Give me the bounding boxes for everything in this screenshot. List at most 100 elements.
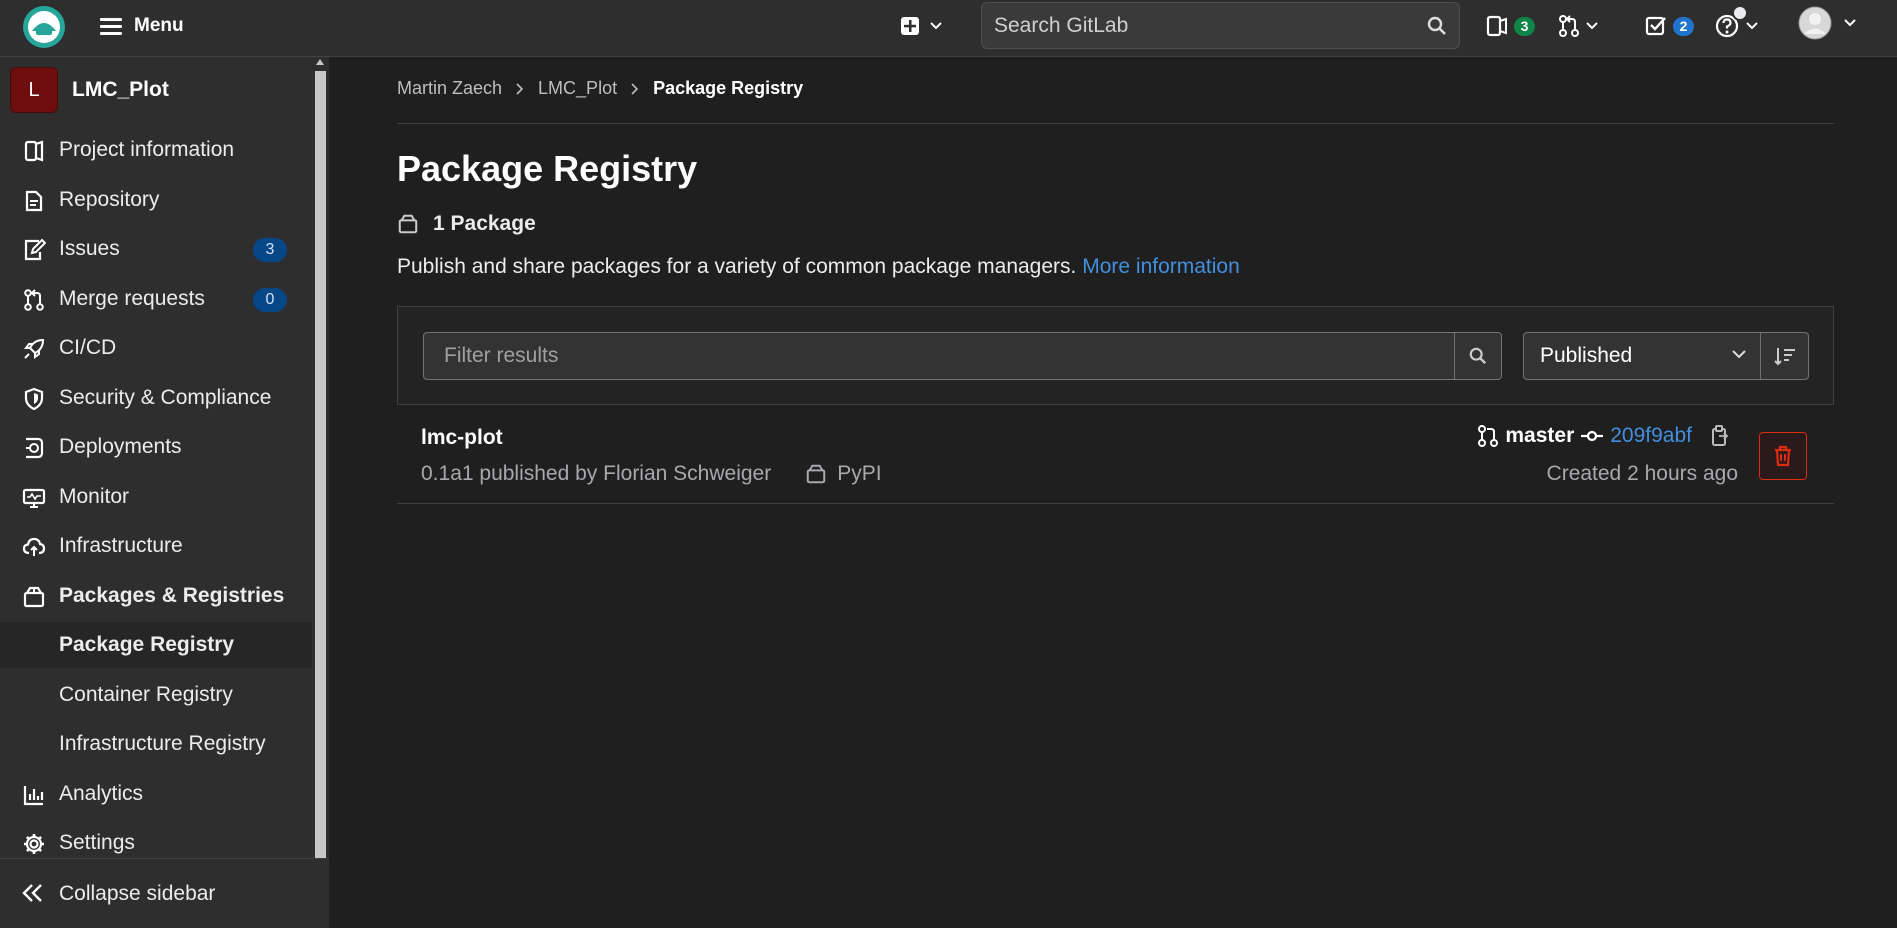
package-branch[interactable]: master (1505, 424, 1574, 448)
sidebar-item-label: Issues (59, 237, 120, 260)
scroll-up-arrow-icon[interactable] (316, 59, 324, 65)
issues-count-badge: 3 (253, 238, 287, 262)
breadcrumb-item[interactable]: Martin Zaech (397, 78, 502, 99)
collapse-sidebar-button[interactable]: Collapse sidebar (0, 858, 329, 928)
sort-by-value: Published (1540, 344, 1633, 367)
sort-direction-button[interactable] (1761, 332, 1809, 380)
collapse-sidebar-label: Collapse sidebar (59, 881, 216, 905)
sidebar-item-deployments[interactable]: Deployments (0, 424, 312, 470)
sidebar-item-label: Analytics (59, 782, 144, 805)
sidebar-item-label: Settings (59, 831, 135, 854)
package-icon (397, 213, 419, 235)
merge-request-icon (1558, 14, 1580, 38)
sidebar-item-packages-registries[interactable]: Packages & Registries (0, 573, 312, 619)
sidebar-item-ci-cd[interactable]: CI/CD (0, 325, 312, 371)
project-name: LMC_Plot (72, 78, 169, 101)
sidebar-item-project-information[interactable]: Project information (0, 127, 312, 173)
sidebar-item-repository[interactable]: Repository (0, 177, 312, 223)
document-icon (22, 189, 46, 213)
package-row[interactable]: lmc-plot 0.1a1 published by Florian Schw… (397, 406, 1834, 504)
new-dropdown-button[interactable] (900, 12, 942, 40)
gear-icon (22, 832, 46, 856)
sidebar-item-analytics[interactable]: Analytics (0, 771, 312, 817)
package-icon (805, 463, 827, 485)
help-icon (1714, 5, 1748, 39)
filter-bar: Filter results Published (397, 306, 1834, 405)
user-menu[interactable] (1798, 6, 1856, 40)
package-created-time: Created 2 hours ago (1546, 462, 1738, 485)
sidebar-item-label: Repository (59, 188, 160, 211)
delete-package-button[interactable] (1759, 432, 1807, 480)
package-count: 1 Package (397, 212, 536, 236)
sidebar-item-infrastructure[interactable]: Infrastructure (0, 523, 312, 569)
merge-request-icon (1477, 424, 1499, 448)
project-avatar: L (10, 67, 58, 113)
package-name[interactable]: lmc-plot (421, 426, 503, 450)
user-avatar (1798, 6, 1832, 40)
todo-check-icon (1645, 15, 1667, 37)
page-title: Package Registry (397, 148, 698, 189)
package-type: PyPI (837, 462, 882, 485)
sidebar-item-merge-requests[interactable]: Merge requests 0 (0, 276, 312, 322)
sidebar-subitem-label: Container Registry (59, 683, 233, 706)
hamburger-icon (100, 17, 122, 35)
chevron-right-icon (631, 82, 639, 95)
sidebar-item-label: Packages & Registries (59, 584, 285, 607)
sidebar-scrollbar[interactable] (312, 57, 329, 858)
more-information-link[interactable]: More information (1082, 255, 1240, 278)
package-meta: 0.1a1 published by Florian Schweiger PyP… (421, 462, 882, 486)
search-input[interactable]: Search GitLab (981, 2, 1460, 49)
cloud-icon (22, 535, 46, 559)
issues-shortcut[interactable]: 3 (1486, 10, 1535, 42)
sidebar-item-label: CI/CD (59, 336, 117, 359)
page-description: Publish and share packages for a variety… (397, 255, 1240, 279)
chevron-down-icon (930, 22, 942, 30)
chart-icon (22, 783, 46, 807)
package-commit-link[interactable]: 209f9abf (1610, 424, 1692, 448)
package-count-label: 1 Package (433, 212, 536, 235)
chevron-down-icon (1746, 22, 1758, 30)
filter-results-input[interactable]: Filter results (423, 332, 1455, 380)
trash-icon (1773, 445, 1793, 467)
sort-descending-icon (1773, 346, 1797, 366)
sidebar-item-security-compliance[interactable]: Security & Compliance (0, 375, 312, 421)
sidebar-subitem-container-registry[interactable]: Container Registry (0, 672, 312, 718)
notification-dot (1732, 5, 1748, 21)
copy-icon[interactable] (1710, 425, 1730, 447)
issues-count-badge: 3 (1514, 16, 1535, 36)
help-menu[interactable] (1714, 5, 1758, 42)
sidebar-subitem-package-registry[interactable]: Package Registry (0, 622, 312, 668)
search-icon (1427, 16, 1447, 36)
gitlab-logo-icon[interactable] (22, 5, 66, 49)
sidebar-item-monitor[interactable]: Monitor (0, 474, 312, 520)
shield-icon (22, 387, 46, 411)
chevron-down-icon (1732, 350, 1746, 359)
search-placeholder: Search GitLab (994, 13, 1129, 37)
double-chevron-left-icon (22, 883, 44, 903)
sidebar-project-header[interactable]: L LMC_Plot (10, 67, 169, 113)
breadcrumb: Martin Zaech LMC_Plot Package Registry (397, 78, 803, 99)
commit-icon (1580, 429, 1604, 443)
todos-shortcut[interactable]: 2 (1645, 10, 1694, 42)
breadcrumb-item[interactable]: LMC_Plot (538, 78, 617, 99)
rocket-icon (22, 337, 46, 361)
project-info-icon (22, 139, 46, 163)
deployments-icon (22, 436, 46, 460)
sidebar-item-issues[interactable]: Issues 3 (0, 226, 312, 272)
sidebar-item-label: Infrastructure (59, 534, 183, 557)
sidebar-item-label: Project information (59, 138, 235, 161)
scrollbar-thumb[interactable] (315, 71, 326, 858)
sidebar: L LMC_Plot Project information Repositor… (0, 57, 329, 928)
todos-count-badge: 2 (1673, 16, 1694, 36)
divider (397, 123, 1834, 124)
sidebar-subitem-label: Package Registry (59, 633, 235, 656)
sort-by-dropdown[interactable]: Published (1523, 332, 1761, 380)
top-bar: Menu Search GitLab 3 2 (0, 0, 1897, 57)
menu-button[interactable]: Menu (100, 11, 184, 41)
menu-label: Menu (134, 15, 184, 36)
merge-requests-shortcut[interactable] (1558, 10, 1598, 42)
sidebar-subitem-infrastructure-registry[interactable]: Infrastructure Registry (0, 721, 312, 767)
breadcrumb-current[interactable]: Package Registry (653, 78, 803, 99)
monitor-icon (22, 486, 46, 510)
filter-search-button[interactable] (1455, 332, 1502, 380)
